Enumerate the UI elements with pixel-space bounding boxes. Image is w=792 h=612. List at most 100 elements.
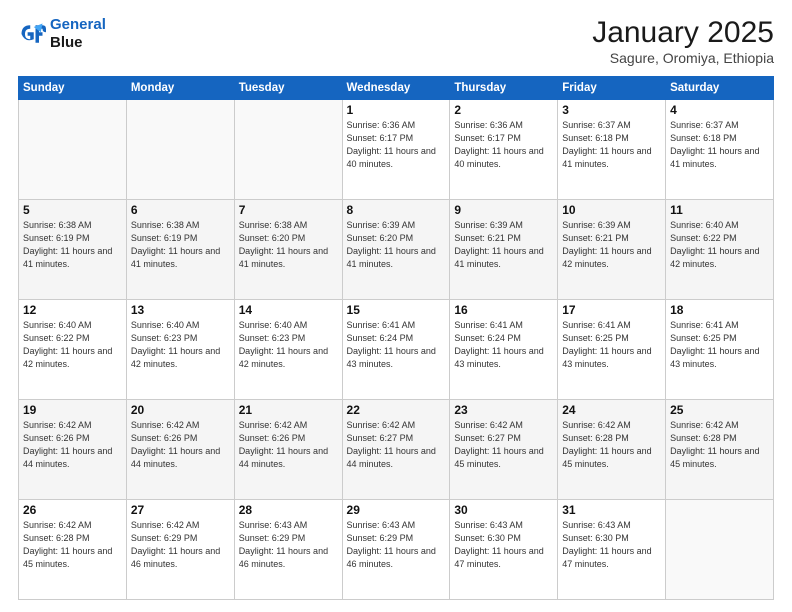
calendar-cell: 12 Sunrise: 6:40 AM Sunset: 6:22 PM Dayli… — [19, 300, 127, 400]
day-number: 18 — [670, 303, 769, 317]
day-number: 6 — [131, 203, 230, 217]
calendar-cell: 1 Sunrise: 6:36 AM Sunset: 6:17 PM Daylig… — [342, 100, 450, 200]
day-number: 5 — [23, 203, 122, 217]
calendar-cell: 4Sunrise: 6:37 AM Sunset: 6:18 PM Daylig… — [666, 100, 774, 200]
calendar-cell — [126, 100, 234, 200]
header: General Blue January 2025 Sagure, Oromiy… — [18, 16, 774, 66]
calendar-week-2: 5 Sunrise: 6:38 AM Sunset: 6:19 PM Daylig… — [19, 200, 774, 300]
calendar-cell: 7Sunrise: 6:38 AM Sunset: 6:20 PM Daylig… — [234, 200, 342, 300]
calendar-cell: 18 Sunrise: 6:41 AM Sunset: 6:25 PM Dayli… — [666, 300, 774, 400]
calendar-cell: 11Sunrise: 6:40 AM Sunset: 6:22 PM Dayli… — [666, 200, 774, 300]
cell-info: Sunrise: 6:37 AM Sunset: 6:18 PM Dayligh… — [562, 119, 661, 171]
title-block: January 2025 Sagure, Oromiya, Ethiopia — [592, 16, 774, 66]
day-number: 16 — [454, 303, 553, 317]
calendar-cell: 28 Sunrise: 6:43 AM Sunset: 6:29 PM Dayli… — [234, 500, 342, 600]
day-number: 7 — [239, 203, 338, 217]
col-header-monday: Monday — [126, 77, 234, 100]
cell-info: Sunrise: 6:42 AM Sunset: 6:26 PM Dayligh… — [239, 419, 338, 471]
calendar-cell: 10 Sunrise: 6:39 AM Sunset: 6:21 PM Dayli… — [558, 200, 666, 300]
col-header-saturday: Saturday — [666, 77, 774, 100]
day-number: 25 — [670, 403, 769, 417]
col-header-tuesday: Tuesday — [234, 77, 342, 100]
cell-info: Sunrise: 6:42 AM Sunset: 6:28 PM Dayligh… — [562, 419, 661, 471]
calendar-cell: 21 Sunrise: 6:42 AM Sunset: 6:26 PM Dayli… — [234, 400, 342, 500]
month-title: January 2025 — [592, 16, 774, 50]
day-number: 12 — [23, 303, 122, 317]
cell-info: Sunrise: 6:42 AM Sunset: 6:26 PM Dayligh… — [131, 419, 230, 471]
cell-info: Sunrise: 6:39 AM Sunset: 6:20 PM Dayligh… — [347, 219, 446, 271]
calendar-cell: 20 Sunrise: 6:42 AM Sunset: 6:26 PM Dayli… — [126, 400, 234, 500]
calendar-cell: 2 Sunrise: 6:36 AM Sunset: 6:17 PM Daylig… — [450, 100, 558, 200]
day-number: 8 — [347, 203, 446, 217]
calendar-cell: 9Sunrise: 6:39 AM Sunset: 6:21 PM Daylig… — [450, 200, 558, 300]
calendar-cell: 15 Sunrise: 6:41 AM Sunset: 6:24 PM Dayli… — [342, 300, 450, 400]
day-number: 20 — [131, 403, 230, 417]
cell-info: Sunrise: 6:40 AM Sunset: 6:22 PM Dayligh… — [23, 319, 122, 371]
cell-info: Sunrise: 6:36 AM Sunset: 6:17 PM Dayligh… — [454, 119, 553, 171]
day-number: 15 — [347, 303, 446, 317]
cell-info: Sunrise: 6:39 AM Sunset: 6:21 PM Dayligh… — [454, 219, 553, 271]
cell-info: Sunrise: 6:41 AM Sunset: 6:24 PM Dayligh… — [347, 319, 446, 371]
calendar-cell: 17 Sunrise: 6:41 AM Sunset: 6:25 PM Dayli… — [558, 300, 666, 400]
cell-info: Sunrise: 6:43 AM Sunset: 6:30 PM Dayligh… — [562, 519, 661, 571]
day-number: 31 — [562, 503, 661, 517]
calendar-week-1: 1 Sunrise: 6:36 AM Sunset: 6:17 PM Daylig… — [19, 100, 774, 200]
col-header-sunday: Sunday — [19, 77, 127, 100]
day-number: 29 — [347, 503, 446, 517]
col-header-friday: Friday — [558, 77, 666, 100]
day-number: 2 — [454, 103, 553, 117]
day-number: 26 — [23, 503, 122, 517]
calendar-table: SundayMondayTuesdayWednesdayThursdayFrid… — [18, 76, 774, 600]
day-number: 3 — [562, 103, 661, 117]
logo-icon — [18, 20, 46, 48]
col-header-thursday: Thursday — [450, 77, 558, 100]
calendar-cell: 24 Sunrise: 6:42 AM Sunset: 6:28 PM Dayli… — [558, 400, 666, 500]
col-header-wednesday: Wednesday — [342, 77, 450, 100]
calendar-cell: 14Sunrise: 6:40 AM Sunset: 6:23 PM Dayli… — [234, 300, 342, 400]
cell-info: Sunrise: 6:41 AM Sunset: 6:25 PM Dayligh… — [562, 319, 661, 371]
day-number: 23 — [454, 403, 553, 417]
logo-general: General — [50, 16, 106, 33]
logo: General Blue — [18, 16, 106, 52]
cell-info: Sunrise: 6:40 AM Sunset: 6:23 PM Dayligh… — [131, 319, 230, 371]
day-number: 19 — [23, 403, 122, 417]
day-number: 13 — [131, 303, 230, 317]
day-number: 21 — [239, 403, 338, 417]
calendar-cell — [234, 100, 342, 200]
calendar-cell: 3 Sunrise: 6:37 AM Sunset: 6:18 PM Daylig… — [558, 100, 666, 200]
calendar-week-4: 19 Sunrise: 6:42 AM Sunset: 6:26 PM Dayli… — [19, 400, 774, 500]
day-number: 22 — [347, 403, 446, 417]
cell-info: Sunrise: 6:38 AM Sunset: 6:19 PM Dayligh… — [131, 219, 230, 271]
logo-text: General Blue — [50, 16, 106, 52]
calendar-cell: 27 Sunrise: 6:42 AM Sunset: 6:29 PM Dayli… — [126, 500, 234, 600]
day-number: 24 — [562, 403, 661, 417]
calendar-cell — [19, 100, 127, 200]
day-number: 1 — [347, 103, 446, 117]
day-number: 10 — [562, 203, 661, 217]
day-number: 17 — [562, 303, 661, 317]
day-number: 28 — [239, 503, 338, 517]
calendar-cell: 8 Sunrise: 6:39 AM Sunset: 6:20 PM Daylig… — [342, 200, 450, 300]
page: General Blue January 2025 Sagure, Oromiy… — [0, 0, 792, 612]
calendar-cell: 30 Sunrise: 6:43 AM Sunset: 6:30 PM Dayli… — [450, 500, 558, 600]
day-number: 27 — [131, 503, 230, 517]
calendar-cell: 13 Sunrise: 6:40 AM Sunset: 6:23 PM Dayli… — [126, 300, 234, 400]
calendar-cell: 6 Sunrise: 6:38 AM Sunset: 6:19 PM Daylig… — [126, 200, 234, 300]
cell-info: Sunrise: 6:43 AM Sunset: 6:30 PM Dayligh… — [454, 519, 553, 571]
cell-info: Sunrise: 6:40 AM Sunset: 6:22 PM Dayligh… — [670, 219, 769, 271]
cell-info: Sunrise: 6:41 AM Sunset: 6:25 PM Dayligh… — [670, 319, 769, 371]
calendar-cell: 19Sunrise: 6:42 AM Sunset: 6:26 PM Dayli… — [19, 400, 127, 500]
calendar-cell: 23Sunrise: 6:42 AM Sunset: 6:27 PM Dayli… — [450, 400, 558, 500]
calendar-cell: 31 Sunrise: 6:43 AM Sunset: 6:30 PM Dayli… — [558, 500, 666, 600]
day-number: 4 — [670, 103, 769, 117]
calendar-week-5: 26Sunrise: 6:42 AM Sunset: 6:28 PM Dayli… — [19, 500, 774, 600]
calendar-cell: 22Sunrise: 6:42 AM Sunset: 6:27 PM Dayli… — [342, 400, 450, 500]
calendar-header-row: SundayMondayTuesdayWednesdayThursdayFrid… — [19, 77, 774, 100]
cell-info: Sunrise: 6:42 AM Sunset: 6:29 PM Dayligh… — [131, 519, 230, 571]
cell-info: Sunrise: 6:36 AM Sunset: 6:17 PM Dayligh… — [347, 119, 446, 171]
cell-info: Sunrise: 6:43 AM Sunset: 6:29 PM Dayligh… — [347, 519, 446, 571]
cell-info: Sunrise: 6:40 AM Sunset: 6:23 PM Dayligh… — [239, 319, 338, 371]
cell-info: Sunrise: 6:43 AM Sunset: 6:29 PM Dayligh… — [239, 519, 338, 571]
day-number: 30 — [454, 503, 553, 517]
cell-info: Sunrise: 6:39 AM Sunset: 6:21 PM Dayligh… — [562, 219, 661, 271]
